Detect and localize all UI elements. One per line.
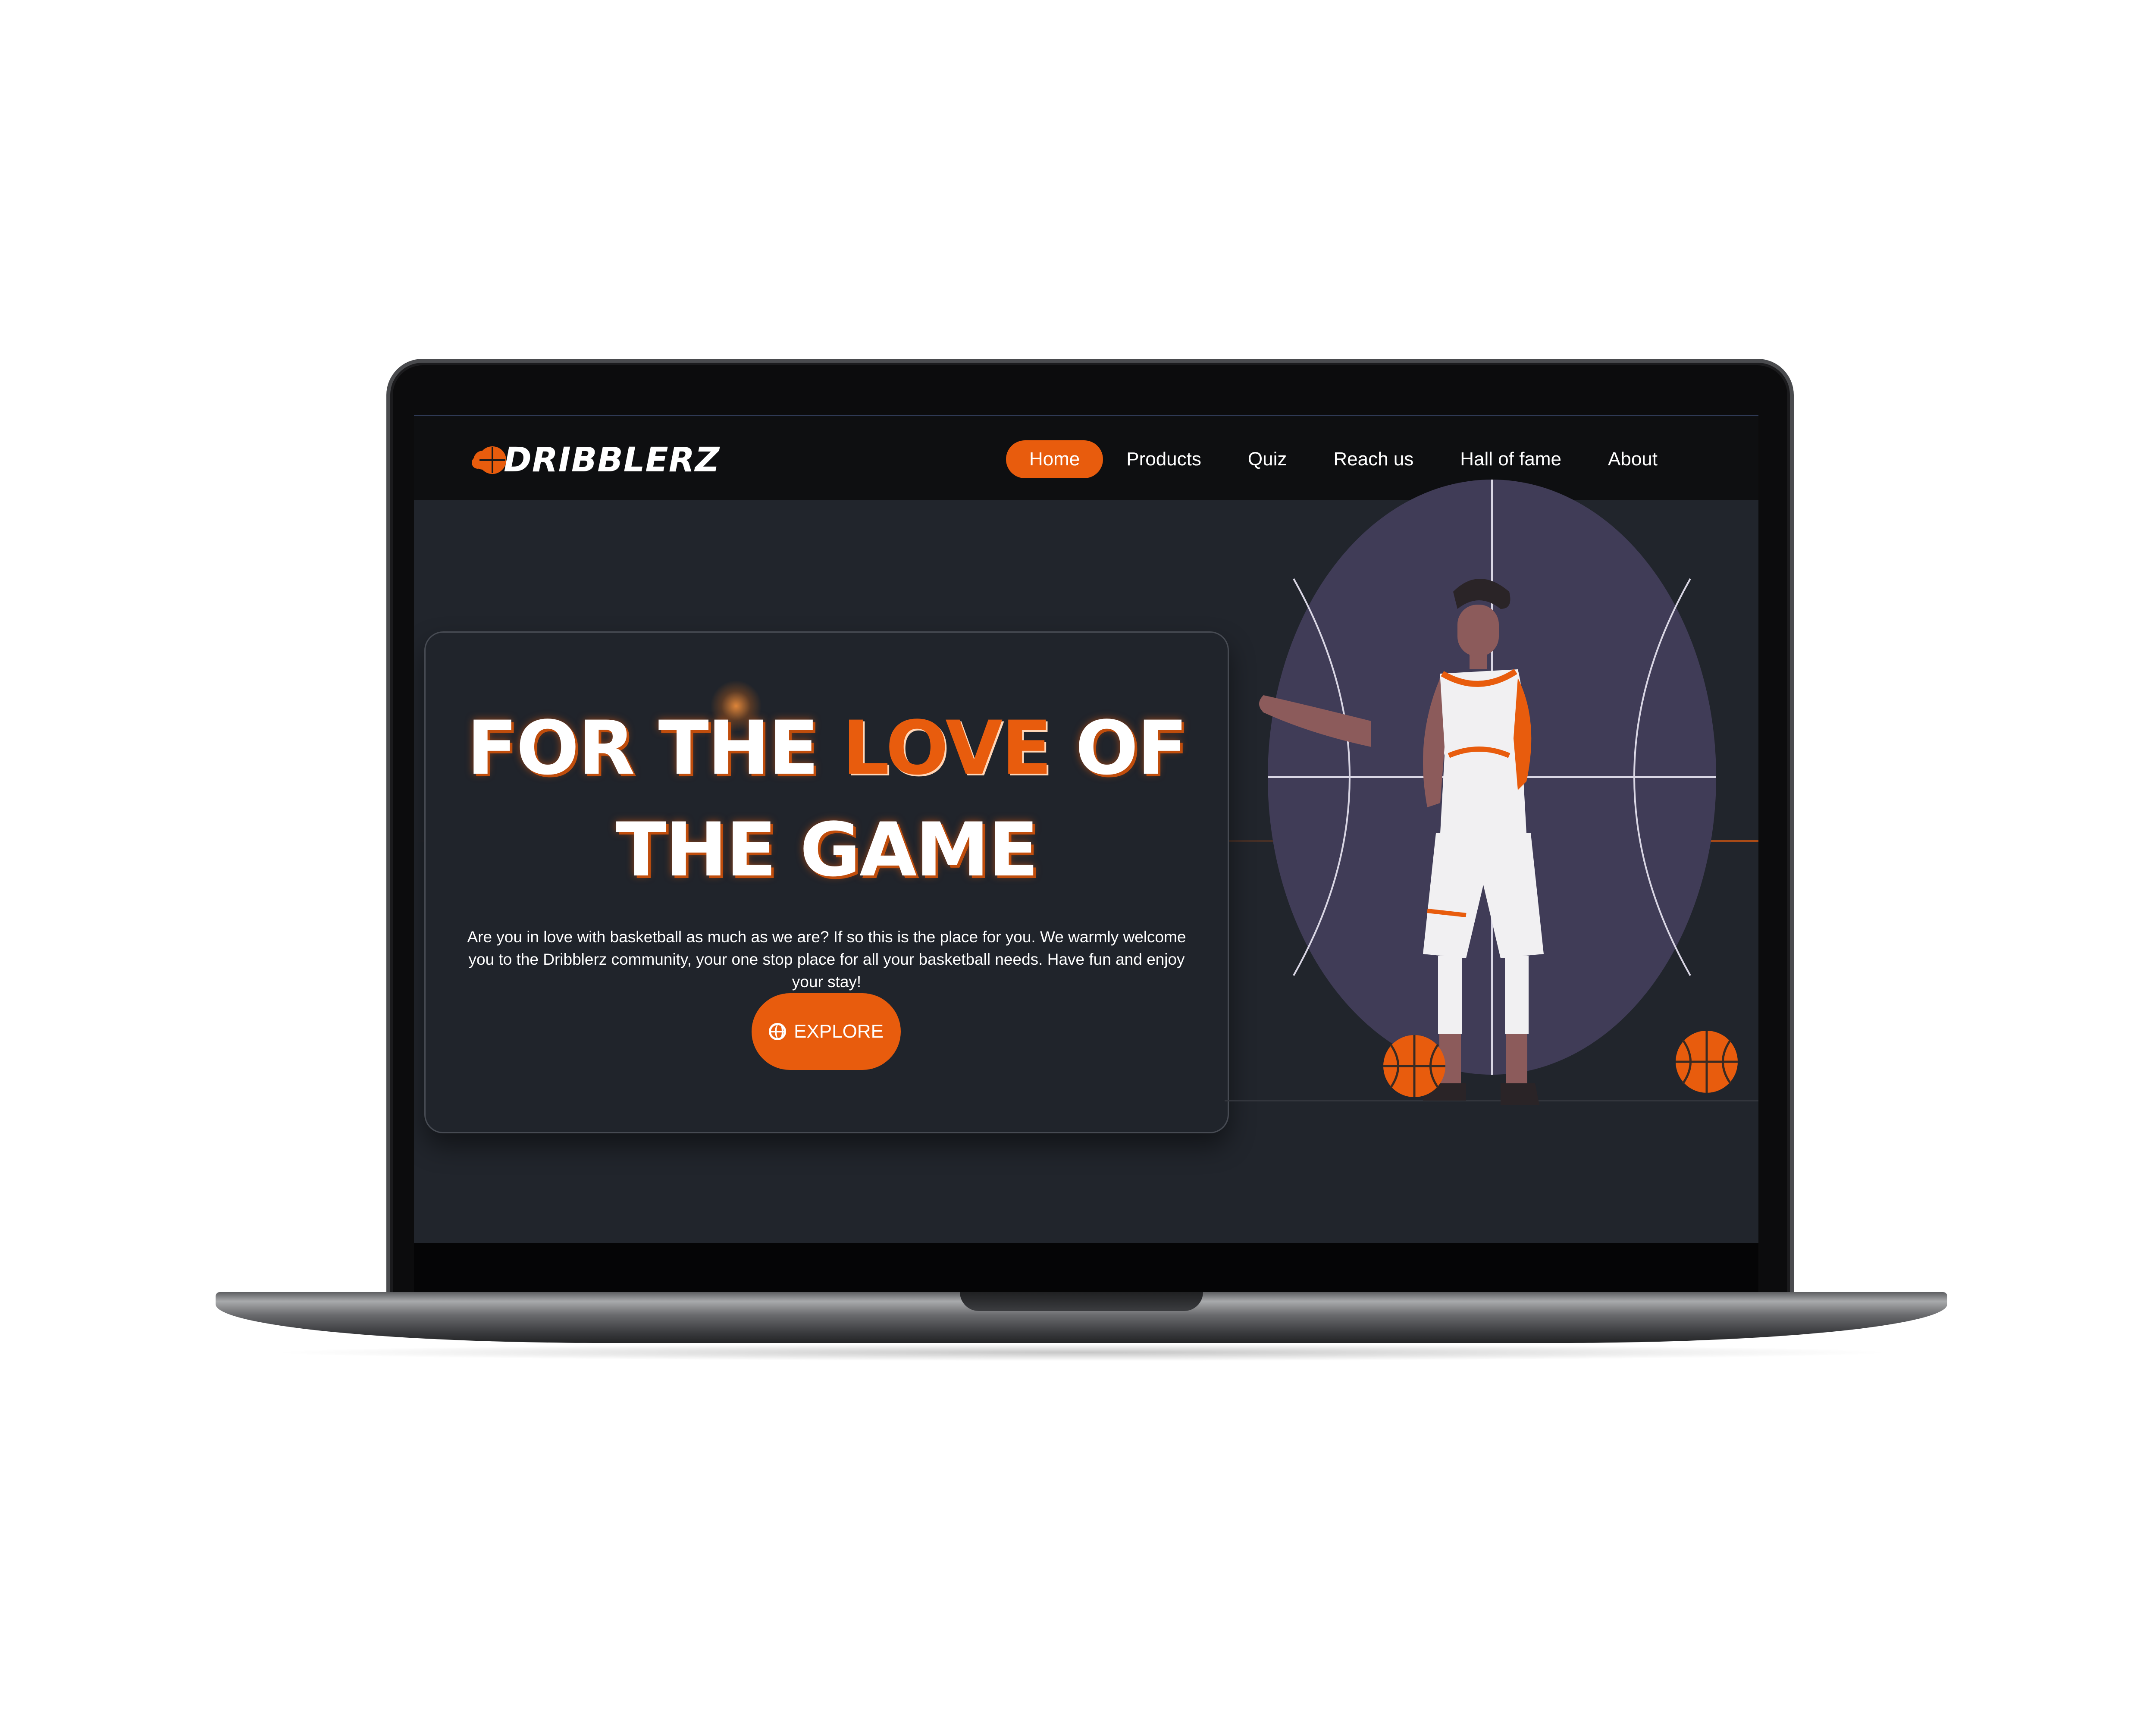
laptop-shadow bbox=[267, 1344, 1897, 1361]
globe-icon bbox=[769, 1023, 787, 1040]
nav-link-home[interactable]: Home bbox=[1006, 440, 1103, 478]
nav-link-about[interactable]: About bbox=[1585, 440, 1681, 478]
nav-link-quiz[interactable]: Quiz bbox=[1225, 440, 1310, 478]
headline-part1: FOR THE bbox=[467, 705, 843, 791]
laptop-screen-bezel bbox=[414, 1243, 1758, 1295]
hero-description: Are you in love with basketball as much … bbox=[467, 928, 1186, 991]
hero-headline: FOR THE LOVE OF THE GAME bbox=[426, 697, 1228, 901]
basketball-icon-right bbox=[1676, 1031, 1738, 1093]
nav-link-products[interactable]: Products bbox=[1103, 440, 1225, 478]
basketball-icon-left bbox=[1383, 1035, 1445, 1097]
nav-link-hall-of-fame[interactable]: Hall of fame bbox=[1437, 440, 1585, 478]
explore-button[interactable]: EXPLORE bbox=[752, 993, 901, 1070]
laptop-screen: DRIBBLERZ Home Products Quiz Reach us Ha… bbox=[414, 415, 1758, 1243]
nav-link-reach-us[interactable]: Reach us bbox=[1310, 440, 1437, 478]
laptop-notch bbox=[960, 1292, 1203, 1311]
headline-highlight: LOVE bbox=[842, 705, 1052, 791]
explore-button-label: EXPLORE bbox=[794, 1021, 884, 1042]
basketball-logo-icon bbox=[479, 446, 506, 474]
basketball-player-illustration bbox=[1225, 480, 1758, 1105]
logo-text: DRIBBLERZ bbox=[504, 441, 720, 480]
hero-card: FOR THE LOVE OF THE GAME Are you in love… bbox=[424, 631, 1229, 1133]
site-logo[interactable]: DRIBBLERZ bbox=[479, 443, 720, 477]
nav-menu: Home Products Quiz Reach us Hall of fame… bbox=[1006, 440, 1681, 478]
